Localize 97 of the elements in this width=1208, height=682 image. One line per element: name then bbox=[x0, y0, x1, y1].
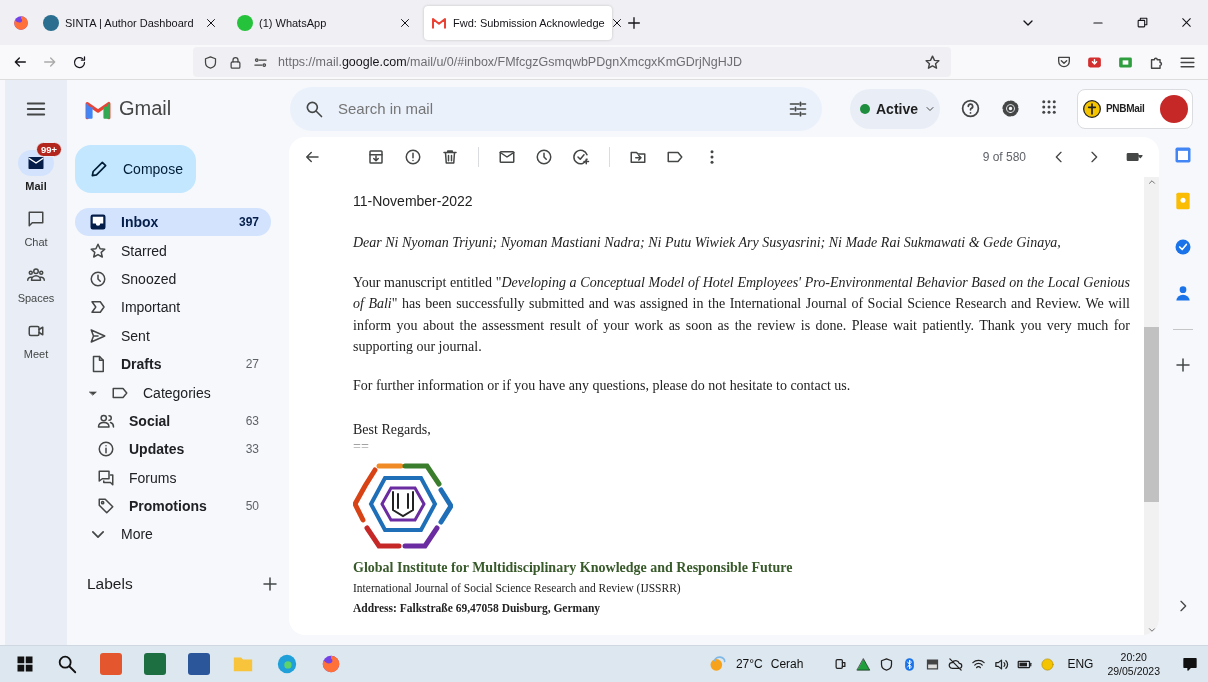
close-icon[interactable] bbox=[610, 16, 623, 29]
unread-badge: 99+ bbox=[36, 142, 63, 157]
address: Address: Falkstraße 69,47058 Duisburg, Germany bbox=[353, 602, 602, 615]
spaces-icon bbox=[27, 266, 45, 284]
clock-icon bbox=[89, 269, 107, 288]
category-item[interactable]: Updates 33 bbox=[75, 435, 271, 464]
close-icon[interactable] bbox=[399, 16, 411, 29]
category-item[interactable]: Promotions 50 bbox=[75, 491, 271, 521]
add-label-icon[interactable] bbox=[261, 574, 279, 593]
tag-icon bbox=[97, 497, 115, 516]
new-tab-icon[interactable] bbox=[626, 14, 642, 31]
nav-item[interactable]: Important bbox=[75, 293, 271, 322]
mail-icon[interactable] bbox=[498, 148, 516, 166]
firefox-taskbar-icon[interactable] bbox=[320, 653, 342, 675]
lock-icon bbox=[228, 54, 243, 70]
reload-icon[interactable] bbox=[72, 54, 87, 70]
address-bar[interactable]: https://mail.google.com/mail/u/0/#inbox/FMfcgzGsmqwbPDgnXmcgxKmGDrjNgHJD bbox=[193, 47, 951, 77]
greeting: Dear Ni Nyoman Triyuni; Nyoman Mastiani Nadra; Ni Putu Wiwiek Ary Susyasrini; Ni Made Rai Sukmawati & Gede Ginaya, bbox=[353, 235, 1062, 251]
settings-icon[interactable] bbox=[1000, 98, 1021, 119]
calendar-icon[interactable] bbox=[1173, 145, 1193, 165]
clock-icon[interactable] bbox=[535, 148, 553, 166]
archive-icon[interactable] bbox=[367, 148, 385, 166]
rail-item[interactable]: Spaces bbox=[7, 254, 65, 304]
globe-favicon-icon bbox=[43, 14, 59, 31]
contacts-icon[interactable] bbox=[1173, 283, 1193, 303]
search-bar[interactable]: Search in mail bbox=[290, 86, 822, 131]
firefox-icon[interactable] bbox=[12, 13, 30, 32]
bookmark-star-icon[interactable] bbox=[924, 53, 941, 71]
compose-button[interactable]: Compose bbox=[75, 145, 196, 193]
chat-favicon-icon bbox=[237, 14, 253, 31]
journal-name: International Journal of Social Science Research and Review (IJSSRR) bbox=[353, 582, 682, 595]
closing: Best Regards, bbox=[353, 422, 432, 439]
nav-item[interactable]: Drafts 27 bbox=[75, 349, 271, 379]
tray-shield-icon[interactable] bbox=[879, 656, 895, 672]
nav-item[interactable]: Categories bbox=[75, 378, 271, 407]
shield-icon[interactable] bbox=[203, 54, 218, 70]
restore-icon[interactable] bbox=[1135, 16, 1149, 29]
nav-item[interactable]: Starred bbox=[75, 236, 271, 265]
pencil-icon bbox=[89, 159, 109, 179]
labels-heading: Labels bbox=[87, 574, 133, 593]
message-counter: 9 of 580 bbox=[982, 150, 1026, 164]
browser-tab[interactable]: SINTA | Author Dashboard bbox=[36, 5, 224, 40]
message-paragraph: Your manuscript entitled "Developing a Conceptual Model of Hotel Employees' Pro-Environmental Behavior Based on the Local Genious of Bali" has been successfully submitted and was assigned in the International Journal of Social Science Research and Review. We will inform you about the assessment result of your work as soon as the review is done. Please wait patiently. Thank you very much for supporting our journal. bbox=[353, 274, 1130, 356]
star-icon bbox=[89, 241, 107, 260]
search-field[interactable]: Search in mail bbox=[336, 99, 776, 118]
windows-start-icon[interactable] bbox=[16, 655, 34, 673]
scroll-down-icon[interactable] bbox=[1146, 625, 1157, 635]
help-icon[interactable] bbox=[960, 98, 981, 119]
back-arrow-icon[interactable] bbox=[12, 54, 28, 70]
speaker-icon[interactable] bbox=[994, 656, 1010, 672]
nav-item[interactable]: Snoozed bbox=[75, 264, 271, 294]
system-clock[interactable]: 20:20 29/05/2023 bbox=[1107, 650, 1160, 678]
rail-item[interactable]: Mail 99+ bbox=[7, 142, 65, 192]
rail-item[interactable]: Chat bbox=[7, 198, 65, 248]
avatar bbox=[1160, 94, 1188, 123]
add-task-icon[interactable] bbox=[572, 148, 590, 166]
message-date: 11-November-2022 bbox=[353, 193, 474, 209]
scroll-up-icon[interactable] bbox=[1146, 177, 1157, 187]
add-icon[interactable] bbox=[1174, 356, 1192, 374]
apps-icon[interactable] bbox=[1040, 98, 1058, 116]
trash-icon[interactable] bbox=[441, 148, 459, 166]
separator: == bbox=[353, 440, 370, 455]
send-icon bbox=[89, 326, 107, 345]
chevron-down-icon bbox=[92, 531, 104, 538]
message-paragraph: For further information or if you have any questions, please do not hesitate to contact us. bbox=[353, 378, 852, 395]
close-icon[interactable] bbox=[1179, 16, 1193, 29]
browser-tab[interactable]: (1) WhatsApp bbox=[230, 5, 418, 40]
tray-triangle-icon[interactable] bbox=[856, 656, 872, 672]
input-language[interactable]: ENG bbox=[1067, 657, 1094, 671]
tray-cloud-off-icon[interactable] bbox=[948, 656, 964, 672]
close-icon[interactable] bbox=[205, 16, 217, 29]
scrollbar[interactable] bbox=[1144, 177, 1159, 635]
status-button[interactable]: Active bbox=[850, 88, 940, 129]
temperature[interactable]: 27°C bbox=[735, 657, 763, 671]
notifications-icon[interactable] bbox=[1182, 656, 1198, 672]
organization-name: Global Institute for Multidisciplinary Knowledge and Responsible Future bbox=[353, 560, 794, 577]
nav-item[interactable]: Sent bbox=[75, 321, 271, 350]
inbox-icon bbox=[89, 213, 107, 232]
category-item[interactable]: Social 63 bbox=[75, 406, 271, 436]
mail-icon bbox=[27, 154, 45, 172]
category-item[interactable]: Forums bbox=[75, 463, 271, 492]
forum-icon bbox=[97, 468, 115, 487]
rail-item[interactable]: Meet bbox=[7, 310, 65, 360]
chat-icon bbox=[27, 210, 45, 228]
report-spam-icon[interactable] bbox=[404, 148, 422, 166]
app-name: Gmail bbox=[119, 97, 172, 120]
tasks-icon[interactable] bbox=[1173, 237, 1193, 257]
pocket-icon[interactable] bbox=[1056, 54, 1072, 70]
tray-app-icon[interactable] bbox=[833, 656, 849, 672]
emblem-icon bbox=[1082, 98, 1102, 119]
account-button[interactable]: PNBMail bbox=[1077, 88, 1193, 129]
nav-item[interactable]: Inbox 397 bbox=[75, 208, 271, 237]
weather-condition[interactable]: Cerah bbox=[770, 657, 804, 671]
info-icon bbox=[97, 440, 115, 459]
nav-item[interactable]: More bbox=[75, 520, 271, 549]
search-icon[interactable] bbox=[56, 653, 78, 675]
caret-down-icon bbox=[89, 388, 97, 397]
